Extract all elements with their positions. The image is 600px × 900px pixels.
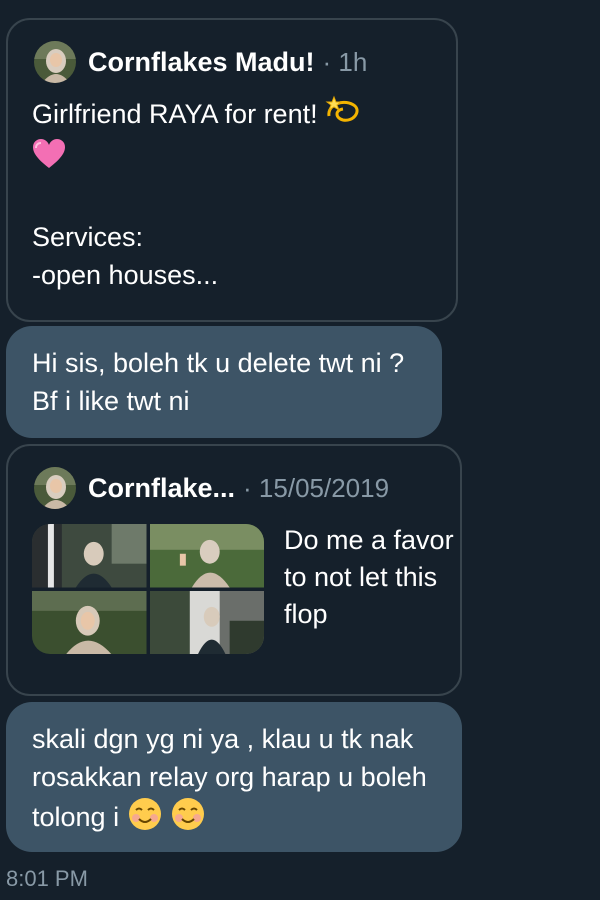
avatar[interactable] xyxy=(34,41,76,83)
tweet-author-row: Cornflake... · 15/05/2019 xyxy=(34,466,389,510)
quoted-tweet-text: Do me a favor to not let this flop xyxy=(284,525,454,629)
tweet-photo[interactable] xyxy=(32,524,147,588)
smiling-face-icon xyxy=(170,796,206,842)
message-text: Hi sis, boleh tk u delete twt ni ? Bf i … xyxy=(32,348,405,416)
tweet-author-row: Cornflakes Madu! · 1h xyxy=(34,40,367,84)
avatar[interactable] xyxy=(34,467,76,509)
pink-heart-icon xyxy=(32,138,66,180)
message-text: skali dgn yg ni ya , klau u tk nak rosak… xyxy=(32,724,427,833)
tweet-photo[interactable] xyxy=(149,524,264,588)
tweet-time: · 15/05/2019 xyxy=(243,472,390,503)
tweet-author-name: Cornflake... xyxy=(88,472,236,503)
dm-conversation: Cornflakes Madu! · 1h Girlfriend RAYA fo… xyxy=(0,0,600,900)
tweet-time: · 1h xyxy=(322,46,368,77)
tweet-text-line1: Girlfriend RAYA for rent! xyxy=(32,99,318,130)
tweet-photo-grid[interactable] xyxy=(32,524,264,654)
quoted-tweet-card[interactable]: Cornflake... · 15/05/2019 Do me a favor … xyxy=(6,444,462,696)
tweet-photo[interactable] xyxy=(149,590,264,654)
tweet-photo[interactable] xyxy=(32,590,147,654)
message-timestamp: 8:01 PM xyxy=(6,866,88,891)
message-bubble[interactable]: skali dgn yg ni ya , klau u tk nak rosak… xyxy=(6,702,462,852)
dizzy-emoji-icon xyxy=(325,94,361,138)
shared-tweet-card[interactable]: Cornflakes Madu! · 1h Girlfriend RAYA fo… xyxy=(6,18,458,322)
smiling-face-icon xyxy=(127,796,163,842)
tweet-author-name: Cornflakes Madu! xyxy=(88,46,315,77)
tweet-text-rest: Services: -open houses... xyxy=(32,222,219,290)
tweet-text: Girlfriend RAYA for rent! Services: -ope… xyxy=(32,94,432,294)
message-bubble[interactable]: Hi sis, boleh tk u delete twt ni ? Bf i … xyxy=(6,326,442,438)
